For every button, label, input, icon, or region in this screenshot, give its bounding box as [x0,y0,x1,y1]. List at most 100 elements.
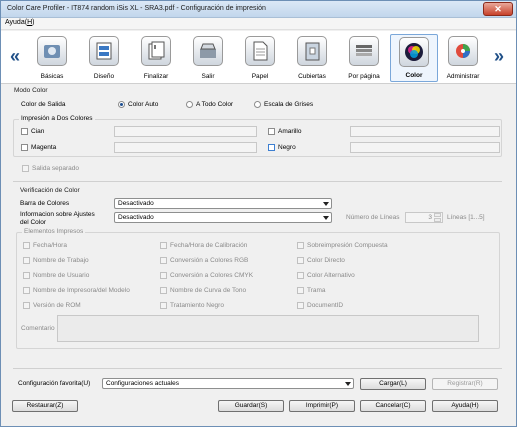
version-rom-label: Versión de ROM [33,302,81,309]
magenta-label: Magenta [31,144,57,151]
spin-up-icon[interactable] [434,213,441,217]
tab-administrar[interactable]: Administrar [439,34,487,82]
tab-papel-label: Papel [251,73,269,80]
tratamiento-negro-label: Tratamiento Negro [170,302,224,309]
curva-tono-checkbox[interactable] [160,287,167,294]
fecha-hora-label: Fecha/Hora [33,242,67,249]
comentario-label: Comentario [21,325,55,332]
magenta-checkbox[interactable] [21,144,28,151]
scroll-left-arrow[interactable]: « [10,46,20,67]
menu-ayuda-label: Ayuda( [5,19,28,26]
salida-separado-checkbox[interactable] [22,165,29,172]
chevron-down-icon [323,202,329,206]
comentario-field[interactable] [57,315,479,342]
version-rom-checkbox[interactable] [23,302,30,309]
radio-color-auto[interactable] [118,101,125,108]
informacion-ajustes-value: Desactivado [118,214,154,221]
cian-checkbox[interactable] [21,128,28,135]
chevron-down-icon [323,216,329,220]
menu-ayuda[interactable]: Ayuda(H) [5,19,34,26]
nombre-usuario-label: Nombre de Usuario [33,272,90,279]
informacion-ajustes-label: Informacion sobre Ajustes [20,211,95,218]
color-auto-label: Color Auto [128,101,159,108]
trama-checkbox[interactable] [297,287,304,294]
barra-de-colores-select[interactable]: Desactivado [114,198,332,209]
menu-ayuda-suffix: ) [32,19,35,26]
tab-finalizar[interactable]: Finalizar [132,34,180,82]
trama-label: Trama [307,287,326,294]
radio-a-todo-color[interactable] [186,101,193,108]
impresion-dos-colores-legend: Impresión a Dos Colores [19,115,95,122]
guardar-button[interactable]: Guardar(S) [218,400,284,412]
section-separator [13,181,502,182]
nombre-usuario-checkbox[interactable] [23,272,30,279]
negro-checkbox[interactable] [268,144,275,151]
tab-diseno[interactable]: Diseño [80,34,128,82]
informacion-ajustes-select[interactable]: Desactivado [114,212,332,223]
registrar-button[interactable]: Registrar(R) [432,378,498,390]
nombre-impresora-checkbox[interactable] [23,287,30,294]
color-alternativo-label: Color Alternativo [307,272,355,279]
ayuda-button[interactable]: Ayuda(H) [432,400,498,412]
tab-papel[interactable]: Papel [236,34,284,82]
chevron-down-icon [345,382,351,386]
cian-field[interactable] [114,126,257,137]
nombre-impresora-label: Nombre de Impresora/del Modelo [33,287,130,294]
radio-escala-de-grises[interactable] [254,101,261,108]
footer-separator [13,368,502,369]
tab-salir[interactable]: Salir [184,34,232,82]
category-toolbar: « Básicas Diseño Finalizar Salir Papel C… [1,31,516,84]
magenta-field[interactable] [114,142,257,153]
scroll-right-arrow[interactable]: » [494,46,504,67]
cancelar-button[interactable]: Cancelar(C) [360,400,426,412]
color-directo-checkbox[interactable] [297,257,304,264]
conversion-rgb-label: Conversión a Colores RGB [170,257,249,264]
negro-label: Negro [278,144,296,151]
fecha-calibracion-label: Fecha/Hora de Calibración [170,242,248,249]
conversion-rgb-checkbox[interactable] [160,257,167,264]
finishing-icon [141,36,171,66]
tab-basicas[interactable]: Básicas [28,34,76,82]
title-bar: Color Care Profiler - IT874 random iSis … [1,1,516,18]
amarillo-field[interactable] [350,126,500,137]
spin-down-icon[interactable] [434,218,441,222]
escala-de-grises-label: Escala de Grises [264,101,314,108]
tab-color[interactable]: Color [390,34,438,82]
color-alternativo-checkbox[interactable] [297,272,304,279]
tab-cubiertas[interactable]: Cubiertas [288,34,336,82]
configuracion-favorita-select[interactable]: Configuraciones actuales [102,378,354,389]
conversion-cmyk-label: Conversión a Colores CMYK [170,272,254,279]
amarillo-checkbox[interactable] [268,128,275,135]
cargar-button[interactable]: Cargar(L) [360,378,426,390]
tab-basicas-label: Básicas [40,73,64,80]
output-icon [193,36,223,66]
barra-de-colores-value: Desactivado [118,200,154,207]
lineas-range-label: Líneas [1...5] [447,214,485,221]
fecha-calibracion-checkbox[interactable] [160,242,167,249]
elementos-impresos-legend: Elementos Impresos [22,228,86,235]
tab-cubiertas-label: Cubiertas [298,73,326,80]
sobreimpresion-checkbox[interactable] [297,242,304,249]
document-id-checkbox[interactable] [297,302,304,309]
conversion-cmyk-checkbox[interactable] [160,272,167,279]
color-icon [399,37,429,67]
nombre-trabajo-checkbox[interactable] [23,257,30,264]
modo-color-heading: Modo Color [14,87,48,94]
barra-de-colores-label: Barra de Colores [20,200,70,207]
fecha-hora-checkbox[interactable] [23,242,30,249]
document-id-label: DocumentID [307,302,344,309]
tab-salir-label: Salir [201,73,215,80]
tab-por-pagina[interactable]: Por página [340,34,388,82]
negro-field[interactable] [350,142,500,153]
numero-lineas-value: 3 [428,214,432,221]
cian-label: Cian [31,128,45,135]
numero-lineas-spinner[interactable]: 3 [405,212,443,223]
restaurar-button[interactable]: Restaurar(Z) [12,400,78,412]
salida-separado-label: Salida separado [32,165,79,172]
tratamiento-negro-checkbox[interactable] [160,302,167,309]
close-button[interactable]: ✕ [483,2,513,16]
window-title: Color Care Profiler - IT874 random iSis … [7,5,266,12]
imprimir-button[interactable]: Imprimir(P) [289,400,355,412]
color-de-salida-label: Color de Salida [21,101,66,108]
curva-tono-label: Nombre de Curva de Tono [170,287,247,294]
